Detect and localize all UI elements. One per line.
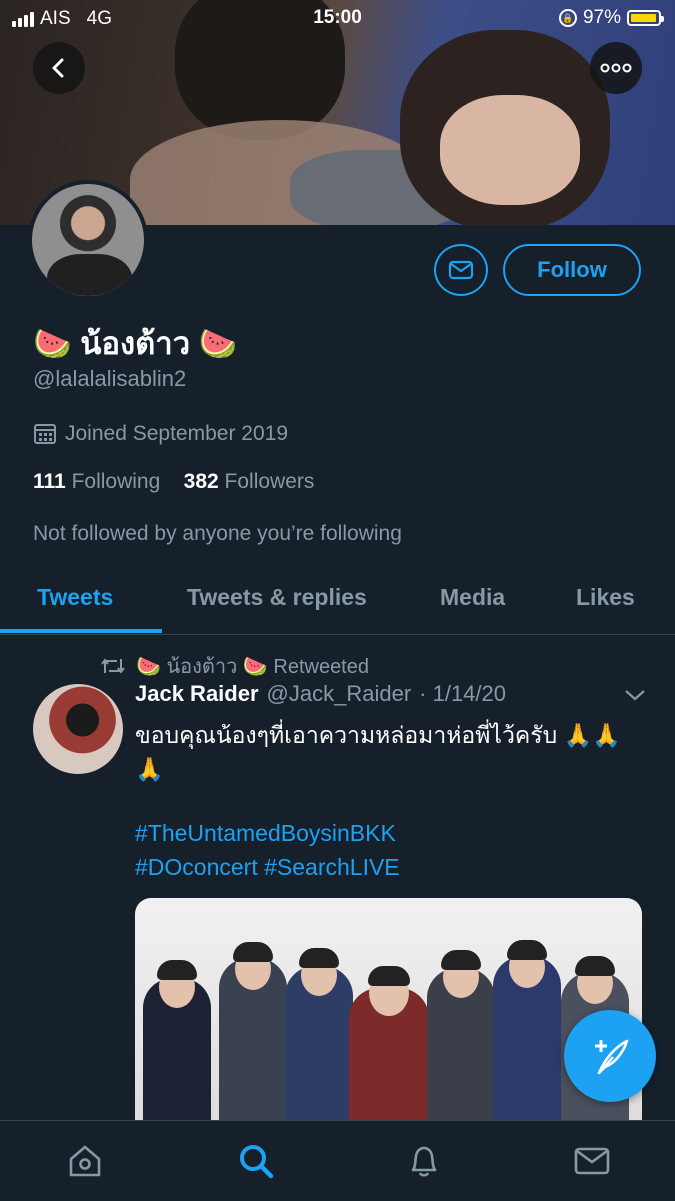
battery-percent: 97% [582,7,621,28]
tweet-media-image[interactable] [135,898,642,1128]
message-button[interactable] [434,244,488,296]
chevron-down-icon[interactable] [624,688,646,702]
tweet-text: ขอบคุณน้องๆที่เอาความหล่อมาห่อพี่ไว้ครับ… [135,722,621,782]
retweet-label: 🍉 น้องต้าว 🍉 Retweeted [136,656,369,678]
follow-counts: 111 Following 382 Followers [33,470,314,494]
tab-tweets[interactable]: Tweets [37,584,113,611]
hashtag-line[interactable]: #TheUntamedBoysinBKK [135,816,400,850]
profile-handle: @lalalalisablin2 [33,366,187,391]
tweet-header: Jack Raider @Jack_Raider · 1/14/20 [135,681,506,707]
following-link[interactable]: 111 Following [33,470,160,493]
profile-name: 🍉 น้องต้าว 🍉 [33,326,238,361]
orientation-lock-icon: 🔒 [558,9,577,27]
home-icon[interactable] [65,1141,105,1181]
tab-media[interactable]: Media [440,584,505,611]
mail-icon [448,260,474,280]
tweet-date: · 1/14/20 [419,681,506,706]
joined-text: Joined September 2019 [65,422,288,445]
calendar-icon [34,424,56,444]
profile-tabs: Tweets Tweets & replies Media Likes [0,574,675,635]
compose-tweet-button[interactable] [564,1010,656,1102]
more-button[interactable] [590,42,642,94]
search-icon[interactable] [236,1141,276,1181]
tweet-author-name[interactable]: Jack Raider [135,681,259,707]
active-tab-indicator [0,629,162,633]
battery-icon [627,10,664,26]
not-followed-text: Not followed by anyone you’re following [33,522,402,545]
notifications-icon[interactable] [404,1141,444,1181]
compose-tweet-icon [595,1039,629,1075]
profile-avatar[interactable] [28,180,148,300]
tab-likes[interactable]: Likes [576,584,635,611]
tab-tweets-replies[interactable]: Tweets & replies [187,584,367,611]
follow-button[interactable]: Follow [503,244,641,296]
tweet-hashtags: #TheUntamedBoysinBKK #DOconcert #SearchL… [135,816,400,884]
back-button[interactable] [33,42,85,94]
hashtag-line[interactable]: #DOconcert #SearchLIVE [135,850,400,884]
chevron-left-icon [52,58,64,78]
tweet-author-avatar[interactable] [33,684,123,774]
retweet-context: 🍉 น้องต้าว 🍉 Retweeted [100,650,369,682]
bottom-navigation [0,1120,675,1201]
tweet-author-handle[interactable]: @Jack_Raider [267,681,412,707]
followers-link[interactable]: 382 Followers [184,470,315,493]
status-bar: AIS 4G 15:00 🔒 97% [0,0,675,36]
joined-date: Joined September 2019 [33,422,288,446]
retweet-icon [101,658,125,674]
messages-icon[interactable] [572,1141,612,1181]
more-icon [600,63,632,73]
